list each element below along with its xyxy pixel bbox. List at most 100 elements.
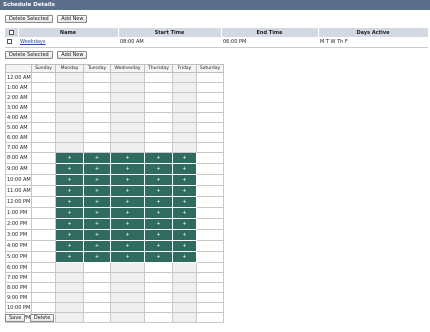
calendar-cell[interactable]: +: [55, 174, 84, 186]
calendar-cell[interactable]: [196, 132, 224, 143]
calendar-cell[interactable]: [172, 272, 197, 283]
calendar-cell[interactable]: [31, 185, 56, 197]
calendar-cell[interactable]: [31, 240, 56, 252]
calendar-cell[interactable]: [55, 102, 84, 113]
calendar-cell[interactable]: +: [55, 152, 84, 164]
calendar-cell[interactable]: [196, 72, 224, 83]
delete-selected-button[interactable]: Delete Selected: [5, 15, 53, 23]
calendar-cell[interactable]: +: [172, 229, 197, 241]
calendar-cell[interactable]: +: [110, 152, 145, 164]
calendar-cell[interactable]: [172, 92, 197, 103]
calendar-cell[interactable]: +: [144, 251, 173, 263]
calendar-cell[interactable]: [31, 207, 56, 219]
calendar-cell[interactable]: [110, 292, 145, 303]
calendar-cell[interactable]: [172, 312, 197, 323]
row-checkbox[interactable]: [7, 38, 12, 44]
calendar-cell[interactable]: [110, 132, 145, 143]
calendar-cell[interactable]: +: [83, 240, 111, 252]
calendar-cell[interactable]: [31, 196, 56, 208]
calendar-cell[interactable]: [31, 112, 56, 123]
calendar-cell[interactable]: [172, 72, 197, 83]
calendar-cell[interactable]: +: [172, 152, 197, 164]
calendar-cell[interactable]: [110, 92, 145, 103]
calendar-cell[interactable]: +: [110, 240, 145, 252]
calendar-cell[interactable]: [172, 82, 197, 93]
calendar-cell[interactable]: [31, 92, 56, 103]
calendar-cell[interactable]: [31, 251, 56, 263]
calendar-cell[interactable]: [31, 132, 56, 143]
calendar-cell[interactable]: [196, 272, 224, 283]
calendar-cell[interactable]: [196, 142, 224, 153]
calendar-cell[interactable]: [31, 163, 56, 175]
calendar-cell[interactable]: [172, 112, 197, 123]
calendar-cell[interactable]: [55, 122, 84, 133]
calendar-cell[interactable]: +: [144, 152, 173, 164]
calendar-cell[interactable]: [110, 312, 145, 323]
calendar-cell[interactable]: [196, 292, 224, 303]
calendar-cell[interactable]: [83, 282, 111, 293]
select-all-checkbox[interactable]: [8, 29, 14, 35]
calendar-cell[interactable]: [31, 122, 56, 133]
calendar-cell[interactable]: [144, 112, 173, 123]
calendar-cell[interactable]: [172, 302, 197, 313]
calendar-cell[interactable]: [110, 102, 145, 113]
calendar-cell[interactable]: +: [144, 229, 173, 241]
calendar-cell[interactable]: [31, 82, 56, 93]
calendar-cell[interactable]: +: [83, 229, 111, 241]
calendar-cell[interactable]: [172, 282, 197, 293]
calendar-cell[interactable]: [83, 302, 111, 313]
calendar-cell[interactable]: +: [172, 174, 197, 186]
calendar-cell[interactable]: [31, 218, 56, 230]
calendar-cell[interactable]: [83, 142, 111, 153]
calendar-cell[interactable]: [196, 218, 224, 230]
calendar-cell[interactable]: [83, 72, 111, 83]
calendar-cell[interactable]: +: [83, 251, 111, 263]
calendar-cell[interactable]: +: [110, 174, 145, 186]
calendar-cell[interactable]: [144, 262, 173, 273]
calendar-cell[interactable]: +: [55, 251, 84, 263]
calendar-cell[interactable]: [196, 122, 224, 133]
calendar-cell[interactable]: [55, 302, 84, 313]
calendar-cell[interactable]: +: [83, 196, 111, 208]
calendar-cell[interactable]: +: [110, 218, 145, 230]
calendar-cell[interactable]: [83, 82, 111, 93]
calendar-cell[interactable]: +: [172, 251, 197, 263]
column-header-start-time[interactable]: Start Time: [118, 28, 222, 37]
calendar-cell[interactable]: [196, 262, 224, 273]
calendar-cell[interactable]: [172, 132, 197, 143]
calendar-cell[interactable]: [31, 152, 56, 164]
delete-button[interactable]: Delete: [29, 314, 55, 322]
calendar-cell[interactable]: [31, 262, 56, 273]
calendar-cell[interactable]: [31, 72, 56, 83]
calendar-cell[interactable]: [55, 262, 84, 273]
calendar-cell[interactable]: +: [55, 229, 84, 241]
calendar-cell[interactable]: [144, 72, 173, 83]
delete-selected-button-2[interactable]: Delete Selected: [5, 51, 53, 59]
calendar-cell[interactable]: +: [172, 218, 197, 230]
calendar-cell[interactable]: [172, 262, 197, 273]
calendar-cell[interactable]: [196, 152, 224, 164]
calendar-cell[interactable]: [196, 251, 224, 263]
calendar-cell[interactable]: [144, 142, 173, 153]
calendar-cell[interactable]: +: [110, 196, 145, 208]
calendar-cell[interactable]: [144, 92, 173, 103]
calendar-cell[interactable]: [31, 174, 56, 186]
calendar-cell[interactable]: +: [110, 229, 145, 241]
calendar-cell[interactable]: [31, 229, 56, 241]
calendar-cell[interactable]: [172, 142, 197, 153]
calendar-cell[interactable]: [31, 282, 56, 293]
calendar-cell[interactable]: [196, 112, 224, 123]
calendar-cell[interactable]: [172, 292, 197, 303]
calendar-cell[interactable]: [196, 102, 224, 113]
calendar-cell[interactable]: +: [83, 163, 111, 175]
calendar-cell[interactable]: [172, 102, 197, 113]
calendar-cell[interactable]: [55, 272, 84, 283]
calendar-cell[interactable]: [83, 102, 111, 113]
calendar-cell[interactable]: [144, 272, 173, 283]
calendar-cell[interactable]: [144, 312, 173, 323]
calendar-cell[interactable]: [83, 312, 111, 323]
calendar-cell[interactable]: [83, 122, 111, 133]
calendar-cell[interactable]: [110, 262, 145, 273]
calendar-cell[interactable]: [196, 302, 224, 313]
calendar-cell[interactable]: [144, 122, 173, 133]
